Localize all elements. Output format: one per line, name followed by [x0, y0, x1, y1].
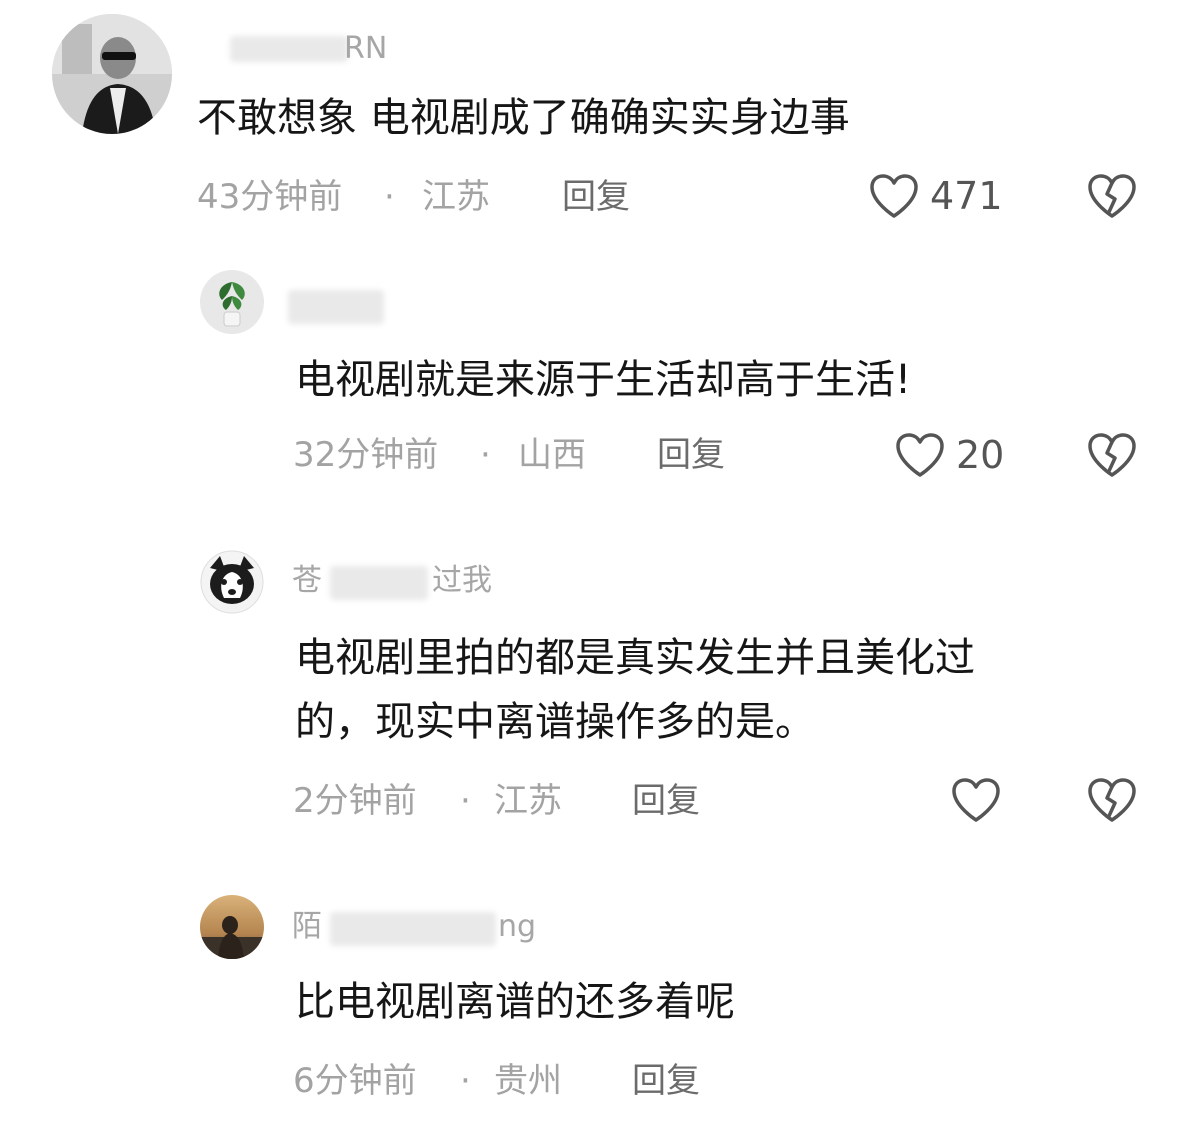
- broken-heart-icon: [1088, 778, 1136, 822]
- avatar[interactable]: [52, 14, 172, 134]
- comment-text: 电视剧里拍的都是真实发生并且美化过: [295, 635, 975, 681]
- comment-time: 32分钟前: [293, 435, 439, 475]
- comment-location: 江苏: [494, 781, 562, 821]
- comment-location: 山西: [518, 435, 586, 475]
- reply-button[interactable]: 回复: [632, 1064, 700, 1098]
- broken-heart-icon: [1088, 174, 1136, 218]
- like-button[interactable]: [950, 776, 1002, 824]
- broken-heart-icon: [1088, 433, 1136, 477]
- username-redaction: [330, 566, 428, 600]
- like-count: 471: [930, 174, 1003, 218]
- meta-separator: ·: [480, 435, 491, 475]
- username-redaction: [330, 912, 496, 946]
- comment-location: 贵州: [494, 1061, 562, 1101]
- like-button[interactable]: 471: [868, 172, 1003, 220]
- heart-outline-icon: [896, 433, 944, 477]
- dislike-button[interactable]: [1086, 431, 1138, 483]
- like-count: 20: [956, 433, 1005, 477]
- dislike-button[interactable]: [1086, 776, 1138, 828]
- username[interactable]: 苍: [292, 566, 322, 596]
- reply-button[interactable]: 回复: [632, 784, 700, 818]
- comment-time: 2分钟前: [293, 781, 417, 821]
- username-redaction: [230, 36, 348, 62]
- heart-outline-icon: [952, 778, 1000, 822]
- dislike-button[interactable]: [1086, 172, 1138, 224]
- comment-text: 的，现实中离谱操作多的是。: [295, 699, 815, 745]
- username[interactable]: 过我: [432, 566, 492, 596]
- comment-text: 比电视剧离谱的还多着呢: [295, 979, 735, 1025]
- heart-outline-icon: [870, 174, 918, 218]
- like-button[interactable]: 20: [894, 431, 1004, 479]
- username[interactable]: 陌: [292, 912, 322, 942]
- meta-separator: ·: [460, 781, 471, 821]
- comment-text: 不敢想象 电视剧成了确确实实身边事: [197, 95, 850, 141]
- avatar[interactable]: [200, 270, 264, 334]
- comment-time: 6分钟前: [293, 1061, 417, 1101]
- comment-location: 江苏: [422, 177, 490, 217]
- reply-button[interactable]: 回复: [657, 438, 725, 472]
- reply-button[interactable]: 回复: [562, 180, 630, 214]
- username[interactable]: ng: [498, 912, 536, 942]
- avatar[interactable]: [200, 550, 264, 614]
- username[interactable]: RN: [344, 34, 387, 64]
- comment-text: 电视剧就是来源于生活却高于生活!: [295, 357, 912, 403]
- username-redaction: [288, 290, 384, 324]
- comment-time: 43分钟前: [197, 177, 343, 217]
- avatar[interactable]: [200, 895, 264, 959]
- meta-separator: ·: [384, 177, 395, 217]
- meta-separator: ·: [460, 1061, 471, 1101]
